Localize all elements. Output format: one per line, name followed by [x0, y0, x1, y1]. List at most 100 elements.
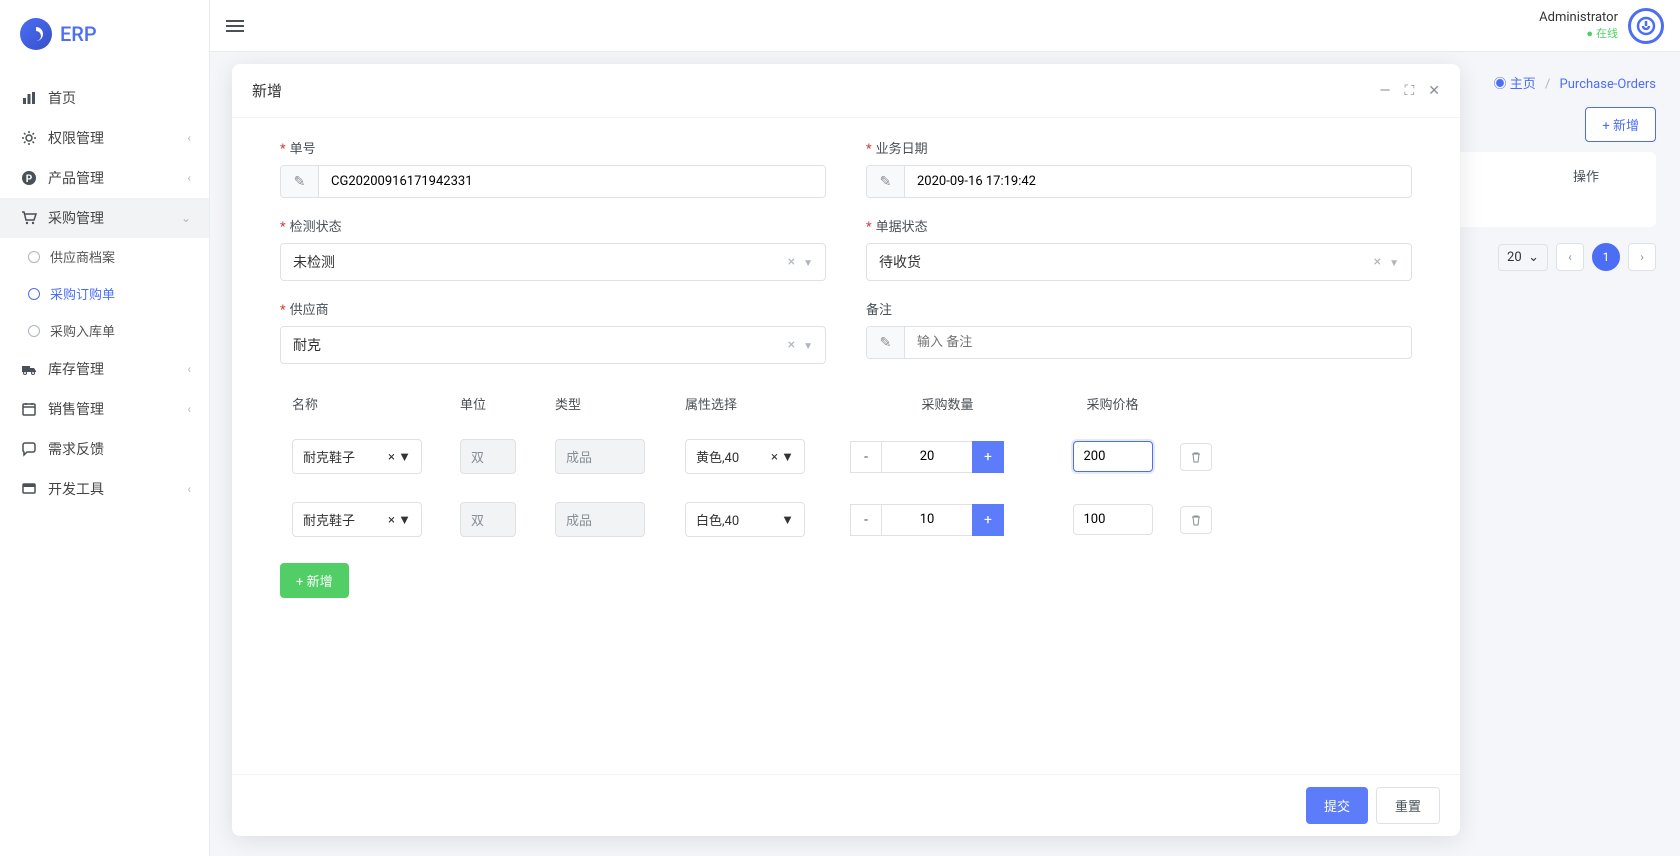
breadcrumb: ◉ 主页 / Purchase-Orders	[1493, 73, 1656, 92]
add-button[interactable]: + 新增	[1585, 107, 1656, 142]
qty-plus[interactable]: +	[972, 504, 1004, 536]
caret-down-icon: ▼	[781, 513, 794, 528]
nav-label: 产品管理	[48, 168, 104, 188]
topbar: Administrator 在线	[210, 0, 1680, 52]
page-prev[interactable]: ‹	[1556, 243, 1584, 271]
price-input[interactable]	[1073, 504, 1153, 535]
avatar[interactable]	[1628, 8, 1664, 44]
input-order-no[interactable]: ✎	[280, 165, 826, 198]
delete-row-button[interactable]	[1180, 443, 1212, 471]
minimize-icon[interactable]: —	[1380, 83, 1391, 99]
item-unit: 双	[460, 439, 516, 474]
clear-icon[interactable]: ×	[1374, 254, 1381, 270]
menu-toggle[interactable]	[226, 20, 244, 32]
nav-label: 需求反馈	[48, 439, 104, 459]
nav-item-permission[interactable]: 权限管理 ‹	[0, 118, 209, 158]
submenu-label: 供应商档案	[50, 247, 115, 266]
nav-item-inventory[interactable]: 库存管理 ‹	[0, 349, 209, 389]
chevron-left-icon: ‹	[187, 131, 191, 145]
submenu-purchase-in[interactable]: 采购入库单	[0, 312, 209, 349]
item-attr-select[interactable]: 白色,40 ▼	[685, 502, 805, 537]
logo[interactable]: ERP	[0, 0, 209, 68]
remark-field[interactable]	[905, 327, 1411, 358]
page-next[interactable]: ›	[1628, 243, 1656, 271]
caret-down-icon: ▼	[398, 450, 411, 465]
user-box[interactable]: Administrator 在线	[1539, 8, 1664, 44]
nav-label: 权限管理	[48, 128, 104, 148]
submenu-purchase-order[interactable]: 采购订购单	[0, 275, 209, 312]
pencil-icon: ✎	[867, 166, 905, 197]
add-row-button[interactable]: + 新增	[280, 563, 349, 598]
submenu-supplier[interactable]: 供应商档案	[0, 238, 209, 275]
breadcrumb-current[interactable]: Purchase-Orders	[1560, 77, 1656, 92]
clear-icon[interactable]: ×	[388, 513, 395, 528]
logo-icon	[20, 18, 52, 50]
select-doc-status[interactable]: 待收货 ×▼	[866, 243, 1412, 281]
price-input[interactable]	[1073, 441, 1153, 472]
label-check-status: 检测状态	[280, 216, 826, 235]
select-check-status[interactable]: 未检测 ×▼	[280, 243, 826, 281]
caret-down-icon: ▼	[781, 450, 794, 465]
page-size-select[interactable]: 20 ⌄	[1498, 244, 1548, 271]
nav-item-sales[interactable]: 销售管理 ‹	[0, 389, 209, 429]
nav-label: 采购管理	[48, 208, 104, 228]
bullet-icon	[28, 288, 40, 300]
nav: 首页 权限管理 ‹ P 产品管理 ‹ 采购管理 ⌄ 供应商档案 采购订购单 采购…	[0, 68, 209, 519]
qty-input[interactable]	[882, 504, 972, 536]
clear-icon[interactable]: ×	[771, 450, 778, 465]
nav-label: 首页	[48, 88, 76, 108]
clear-icon[interactable]: ×	[788, 254, 795, 270]
chevron-left-icon: ‹	[187, 482, 191, 496]
submit-button[interactable]: 提交	[1306, 787, 1368, 824]
dashboard-icon: ◉	[1493, 77, 1506, 92]
pencil-icon: ✎	[281, 166, 319, 197]
sidebar: ERP 首页 权限管理 ‹ P 产品管理 ‹ 采购管理 ⌄ 供应商档案 采购订购…	[0, 0, 210, 856]
nav-item-product[interactable]: P 产品管理 ‹	[0, 158, 209, 198]
user-name: Administrator	[1539, 10, 1618, 25]
nav-label: 开发工具	[48, 479, 104, 499]
nav-label: 销售管理	[48, 399, 104, 419]
dev-icon	[20, 480, 38, 498]
nav-item-home[interactable]: 首页	[0, 78, 209, 118]
maximize-icon[interactable]: ⛶	[1404, 83, 1414, 99]
chart-icon	[20, 89, 38, 107]
nav-item-dev[interactable]: 开发工具 ‹	[0, 469, 209, 509]
qty-input[interactable]	[882, 441, 972, 473]
item-name-select[interactable]: 耐克鞋子 × ▼	[292, 502, 422, 537]
item-name-select[interactable]: 耐克鞋子 × ▼	[292, 439, 422, 474]
clear-icon[interactable]: ×	[388, 450, 395, 465]
delete-row-button[interactable]	[1180, 506, 1212, 534]
item-type: 成品	[555, 439, 645, 474]
nav-item-feedback[interactable]: 需求反馈	[0, 429, 209, 469]
reset-button[interactable]: 重置	[1376, 787, 1440, 824]
qty-minus[interactable]: -	[850, 441, 882, 473]
item-attr-select[interactable]: 黄色,40 × ▼	[685, 439, 805, 474]
col-price: 采购价格	[1045, 394, 1180, 413]
chat-icon	[20, 440, 38, 458]
pencil-icon: ✎	[867, 327, 905, 358]
col-type: 类型	[555, 394, 685, 413]
input-remark[interactable]: ✎	[866, 326, 1412, 359]
chevron-left-icon: ‹	[187, 402, 191, 416]
svg-text:P: P	[26, 174, 33, 185]
biz-date-field[interactable]	[905, 166, 1411, 197]
calendar-icon	[20, 400, 38, 418]
qty-minus[interactable]: -	[850, 504, 882, 536]
qty-plus[interactable]: +	[972, 441, 1004, 473]
app-name: ERP	[60, 22, 97, 46]
col-unit: 单位	[460, 394, 555, 413]
qty-stepper: - +	[850, 441, 1045, 473]
breadcrumb-home[interactable]: 主页	[1510, 77, 1536, 92]
nav-item-purchase[interactable]: 采购管理 ⌄	[0, 198, 209, 238]
close-icon[interactable]: ✕	[1428, 83, 1440, 99]
page-number[interactable]: 1	[1592, 243, 1620, 271]
qty-stepper: - +	[850, 504, 1045, 536]
clear-icon[interactable]: ×	[788, 337, 795, 353]
submenu-label: 采购订购单	[50, 284, 115, 303]
select-supplier[interactable]: 耐克 ×▼	[280, 326, 826, 364]
label-order-no: 单号	[280, 138, 826, 157]
label-biz-date: 业务日期	[866, 138, 1412, 157]
input-biz-date[interactable]: ✎	[866, 165, 1412, 198]
order-no-field[interactable]	[319, 166, 825, 197]
label-doc-status: 单据状态	[866, 216, 1412, 235]
